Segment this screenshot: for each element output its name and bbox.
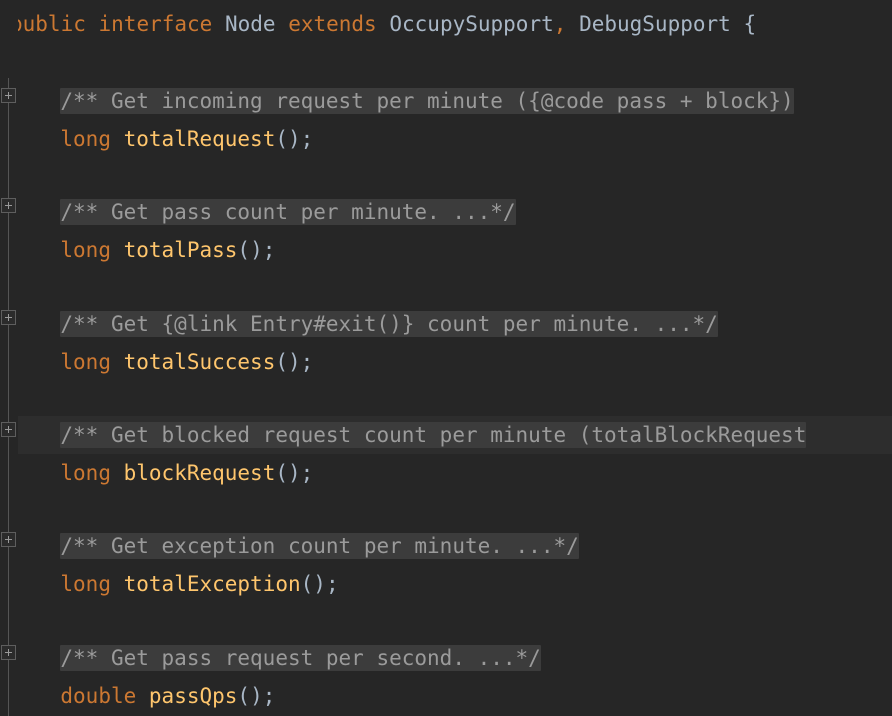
token-punct: ;: [300, 461, 314, 485]
token-kw: long: [60, 461, 111, 485]
token-punct: {: [743, 12, 757, 36]
token-punct: ;: [262, 238, 276, 262]
token-punct: ;: [300, 127, 314, 151]
code-editor[interactable]: public interface Node extends OccupySupp…: [0, 0, 892, 716]
folded-javadoc-line[interactable]: /** Get {@link Entry#exit()} count per m…: [0, 305, 892, 343]
token-paren: (): [275, 127, 301, 151]
token-punct: [212, 12, 225, 36]
code-line[interactable]: long totalRequest();: [0, 120, 892, 158]
token-comma: ,: [553, 12, 567, 36]
code-line[interactable]: long totalException();: [0, 565, 892, 603]
code-line[interactable]: public interface Node extends OccupySupp…: [0, 5, 892, 43]
token-punct: [731, 12, 744, 36]
token-method: blockRequest: [123, 461, 276, 485]
token-method: totalException: [123, 572, 301, 596]
token-paren: (): [275, 461, 301, 485]
code-text-area[interactable]: public interface Node extends OccupySupp…: [0, 0, 892, 716]
token-method: totalRequest: [123, 127, 276, 151]
token-kw: public: [10, 12, 86, 36]
token-kw: interface: [98, 12, 213, 36]
token-paren: (): [237, 238, 263, 262]
folded-javadoc-chip[interactable]: /** Get exception count per minute. ...*…: [60, 533, 579, 559]
fold-gutter[interactable]: [0, 0, 18, 716]
expand-plus-icon[interactable]: [1, 532, 16, 547]
code-line[interactable]: double passQps();: [0, 677, 892, 715]
expand-plus-icon[interactable]: [1, 198, 16, 213]
token-paren: (): [237, 684, 263, 708]
token-punct: [377, 12, 390, 36]
token-kw: extends: [288, 12, 377, 36]
token-kw: long: [60, 350, 111, 374]
token-punct: [86, 12, 99, 36]
token-type: DebugSupport: [579, 12, 731, 36]
token-punct: [111, 127, 124, 151]
folded-javadoc-chip[interactable]: /** Get blocked request count per minute…: [60, 422, 807, 448]
folded-javadoc-chip[interactable]: /** Get {@link Entry#exit()} count per m…: [60, 311, 718, 337]
token-punct: [111, 350, 124, 374]
folded-javadoc-line[interactable]: /** Get incoming request per minute ({@c…: [0, 82, 892, 120]
token-punct: [111, 238, 124, 262]
expand-plus-icon[interactable]: [1, 422, 16, 437]
folded-javadoc-chip[interactable]: /** Get pass request per second. ...*/: [60, 645, 541, 671]
code-line[interactable]: long totalPass();: [0, 231, 892, 269]
folded-javadoc-line[interactable]: /** Get pass count per minute. ...*/: [0, 193, 892, 231]
token-type: Node: [224, 12, 276, 36]
code-line[interactable]: long totalSuccess();: [0, 343, 892, 381]
folded-javadoc-line[interactable]: /** Get exception count per minute. ...*…: [0, 527, 892, 565]
expand-plus-icon[interactable]: [1, 645, 16, 660]
token-punct: ;: [325, 572, 339, 596]
token-punct: [136, 684, 149, 708]
token-type: OccupySupport: [389, 12, 554, 36]
folded-javadoc-line[interactable]: /** Get blocked request count per minute…: [0, 416, 892, 454]
gutter-rail: [8, 78, 9, 716]
token-punct: [111, 461, 124, 485]
expand-plus-icon[interactable]: [1, 310, 16, 325]
token-punct: ;: [300, 350, 314, 374]
folded-javadoc-chip[interactable]: /** Get pass count per minute. ...*/: [60, 199, 516, 225]
token-kw: long: [60, 238, 111, 262]
token-punct: [566, 12, 579, 36]
token-punct: [276, 12, 289, 36]
folded-javadoc-line[interactable]: /** Get pass request per second. ...*/: [0, 639, 892, 677]
token-punct: ;: [262, 684, 276, 708]
token-kw: long: [60, 572, 111, 596]
code-line[interactable]: long blockRequest();: [0, 454, 892, 492]
folded-javadoc-chip[interactable]: /** Get incoming request per minute ({@c…: [60, 88, 794, 114]
token-paren: (): [275, 350, 301, 374]
token-paren: (): [300, 572, 326, 596]
token-method: totalPass: [123, 238, 238, 262]
expand-plus-icon[interactable]: [1, 88, 16, 103]
token-kw: long: [60, 127, 111, 151]
token-method: totalSuccess: [123, 350, 276, 374]
token-punct: [111, 572, 124, 596]
token-method: passQps: [148, 684, 238, 708]
token-kw: double: [60, 684, 137, 708]
